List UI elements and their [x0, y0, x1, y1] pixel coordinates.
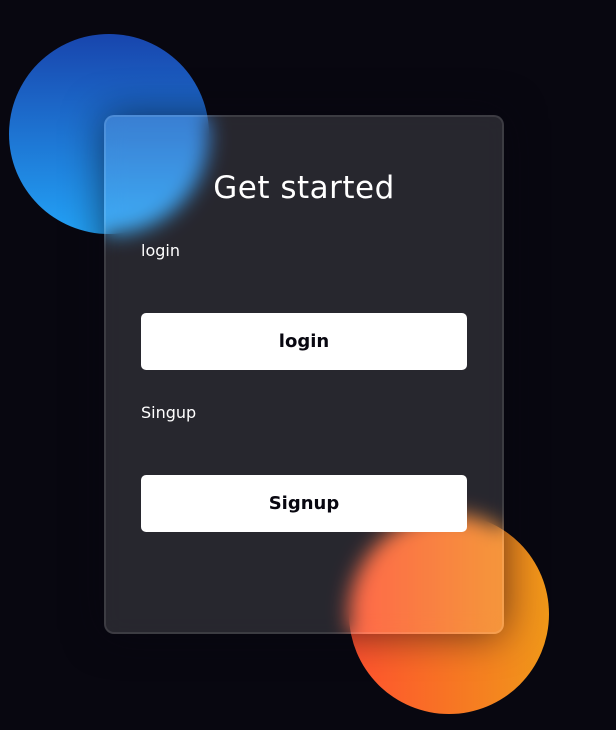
- login-button[interactable]: login: [141, 313, 467, 370]
- signup-button[interactable]: Signup: [141, 475, 467, 532]
- card-title: Get started: [213, 170, 395, 206]
- signup-label: Singup: [141, 403, 197, 422]
- login-label: login: [141, 241, 180, 260]
- get-started-card: Get started login login Singup Signup: [104, 115, 504, 634]
- page: Get started login login Singup Signup: [0, 0, 616, 730]
